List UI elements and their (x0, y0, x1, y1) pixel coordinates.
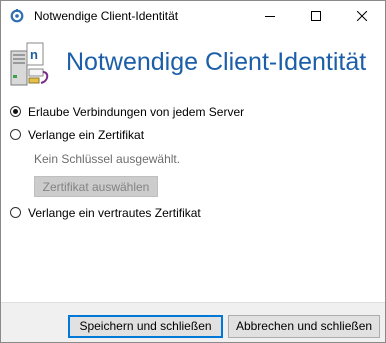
app-logo-icon (10, 9, 24, 23)
dialog-window: Notwendige Client-Identität n Notwendige… (0, 0, 386, 343)
choose-certificate-button[interactable]: Zertifikat auswählen (34, 176, 158, 197)
option-label: Verlange ein Zertifikat (28, 128, 145, 142)
svg-text:n: n (30, 47, 38, 62)
button-bar: Speichern und schließen Abbrechen und sc… (1, 302, 385, 342)
title-bar[interactable]: Notwendige Client-Identität (1, 1, 385, 32)
radio-button[interactable] (10, 207, 21, 218)
close-button[interactable] (339, 1, 385, 32)
server-certificate-icon: n (9, 41, 53, 89)
option-label: Verlange ein vertrautes Zertifikat (28, 206, 201, 220)
option-label: Erlaube Verbindungen von jedem Server (28, 105, 245, 119)
certificate-status-text: Kein Schlüssel ausgewählt. (34, 152, 181, 166)
radio-button[interactable] (10, 129, 21, 140)
minimize-button[interactable] (247, 1, 293, 32)
window-title: Notwendige Client-Identität (34, 9, 179, 23)
page-title: Notwendige Client-Identität (66, 48, 367, 76)
save-and-close-button[interactable]: Speichern und schließen (68, 315, 223, 338)
radio-button[interactable] (10, 106, 21, 117)
minimize-icon (265, 16, 275, 17)
maximize-button[interactable] (293, 1, 339, 32)
close-icon (357, 11, 367, 21)
maximize-icon (311, 11, 321, 21)
cancel-and-close-button[interactable]: Abbrechen und schließen (228, 315, 380, 338)
